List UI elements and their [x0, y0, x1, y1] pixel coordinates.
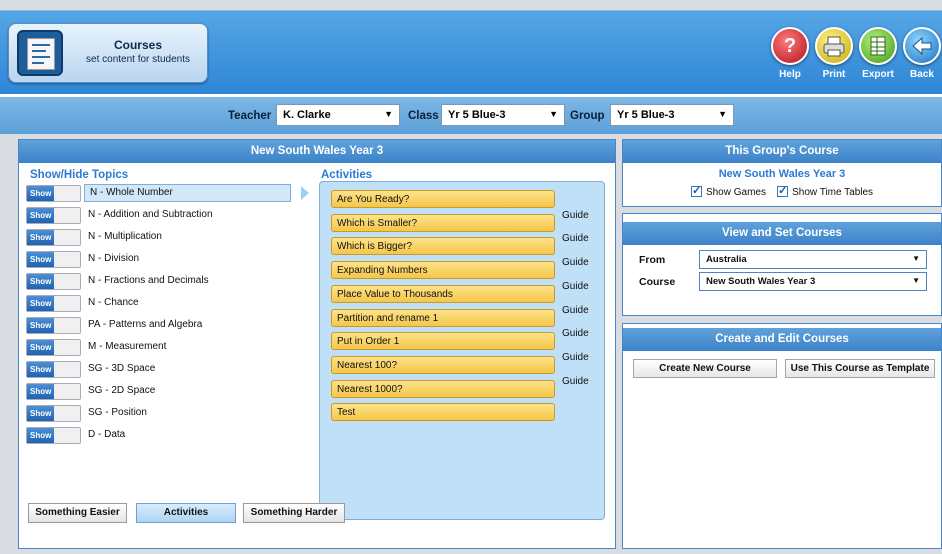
guide-link[interactable]: Guide	[562, 233, 589, 244]
help-button[interactable]: ? Help	[770, 27, 810, 80]
view-set-courses-panel: View and Set Courses From Australia ▼ Cou…	[622, 213, 942, 316]
topic-label[interactable]: PA - Patterns and Algebra	[88, 319, 202, 330]
from-select[interactable]: Australia ▼	[699, 250, 927, 269]
activity-item[interactable]: Put in Order 1	[331, 332, 555, 351]
create-edit-title: Create and Edit Courses	[623, 328, 941, 351]
dropdown-arrow-icon: ▼	[549, 109, 558, 119]
use-as-template-button[interactable]: Use This Course as Template	[785, 359, 935, 378]
show-toggle[interactable]: Show	[26, 185, 81, 202]
topic-label[interactable]: N - Chance	[88, 297, 139, 308]
topic-label[interactable]: SG - 3D Space	[88, 363, 155, 374]
show-toggle[interactable]: Show	[26, 427, 81, 444]
show-toggle[interactable]: Show	[26, 295, 81, 312]
show-toggle[interactable]: Show	[26, 361, 81, 378]
show-toggle[interactable]: Show	[26, 273, 81, 290]
checkbox-checked-icon	[690, 184, 702, 197]
topic-label[interactable]: N - Fractions and Decimals	[88, 275, 209, 286]
topic-label[interactable]: SG - 2D Space	[88, 385, 155, 396]
activity-item[interactable]: Are You Ready?	[331, 190, 555, 208]
topic-label[interactable]: M - Measurement	[88, 341, 166, 352]
course-select[interactable]: New South Wales Year 3 ▼	[699, 272, 927, 291]
class-label: Class	[408, 110, 439, 122]
show-toggle[interactable]: Show	[26, 229, 81, 246]
export-button[interactable]: Export	[858, 27, 898, 80]
show-time-tables-checkbox[interactable]: Show Time Tables	[777, 184, 873, 198]
dropdown-arrow-icon: ▼	[912, 276, 920, 285]
something-harder-button[interactable]: Something Harder	[243, 503, 345, 523]
courses-card: Courses set content for students	[8, 23, 208, 83]
topic-label[interactable]: N - Multiplication	[88, 231, 162, 242]
selection-arrow-icon	[301, 186, 309, 200]
group-select[interactable]: Yr 5 Blue-3 ▼	[610, 104, 734, 126]
printer-icon	[815, 27, 853, 65]
group-label: Group	[570, 110, 605, 122]
something-easier-button[interactable]: Something Easier	[28, 503, 127, 523]
question-icon: ?	[771, 27, 809, 65]
teacher-label: Teacher	[228, 110, 272, 122]
group-course-title: This Group's Course	[623, 140, 941, 163]
app-header: Courses set content for students ? Help …	[0, 10, 942, 94]
document-list-icon	[17, 30, 63, 76]
guide-link[interactable]: Guide	[562, 352, 589, 363]
activity-item[interactable]: Test	[331, 403, 555, 422]
dropdown-arrow-icon: ▼	[912, 254, 920, 263]
topic-label[interactable]: N - Division	[88, 253, 139, 264]
checkbox-checked-icon	[777, 184, 789, 197]
dropdown-arrow-icon: ▼	[384, 109, 393, 119]
from-label: From	[639, 254, 666, 266]
teacher-select[interactable]: K. Clarke ▼	[276, 104, 400, 126]
group-course-name: New South Wales Year 3	[718, 168, 846, 180]
course-label: Course	[639, 276, 676, 288]
show-toggle[interactable]: Show	[26, 317, 81, 334]
show-games-checkbox[interactable]: Show Games	[690, 184, 766, 198]
activity-item[interactable]: Which is Smaller?	[331, 213, 555, 232]
activity-item[interactable]: Nearest 100?	[331, 355, 555, 374]
class-select[interactable]: Yr 5 Blue-3 ▼	[441, 104, 565, 126]
print-button[interactable]: Print	[814, 27, 854, 80]
show-toggle[interactable]: Show	[26, 383, 81, 400]
activities-header: Activities	[321, 169, 373, 181]
show-toggle[interactable]: Show	[26, 405, 81, 422]
guide-link[interactable]: Guide	[562, 376, 589, 387]
course-content-panel: New South Wales Year 3 Show/Hide Topics …	[18, 139, 616, 549]
activity-item[interactable]: Nearest 1000?	[331, 379, 555, 398]
guide-link[interactable]: Guide	[562, 281, 589, 292]
filter-bar: Teacher K. Clarke ▼ Class Yr 5 Blue-3 ▼ Gr…	[0, 94, 942, 134]
topic-label[interactable]: N - Addition and Subtraction	[88, 209, 213, 220]
topic-label[interactable]: N - Whole Number	[84, 184, 291, 202]
view-set-title: View and Set Courses	[623, 222, 941, 245]
topic-label[interactable]: D - Data	[88, 429, 125, 440]
guide-link[interactable]: Guide	[562, 257, 589, 268]
activity-item[interactable]: Partition and rename 1	[331, 308, 555, 327]
activity-item[interactable]: Expanding Numbers	[331, 261, 555, 280]
page-title: Courses	[113, 38, 163, 52]
show-hide-header: Show/Hide Topics	[30, 169, 129, 181]
activity-item[interactable]: Place Value to Thousands	[331, 284, 555, 303]
activity-list	[319, 181, 605, 520]
group-course-panel: This Group's Course New South Wales Year…	[622, 139, 942, 207]
guide-link[interactable]: Guide	[562, 328, 589, 339]
show-toggle[interactable]: Show	[26, 251, 81, 268]
guide-link[interactable]: Guide	[562, 210, 589, 221]
course-title: New South Wales Year 3	[19, 140, 615, 163]
create-new-course-button[interactable]: Create New Course	[633, 359, 777, 378]
back-button[interactable]: Back	[902, 27, 942, 80]
activity-item[interactable]: Which is Bigger?	[331, 237, 555, 256]
guide-link[interactable]: Guide	[562, 305, 589, 316]
show-toggle[interactable]: Show	[26, 207, 81, 224]
show-toggle[interactable]: Show	[26, 339, 81, 356]
page-subtitle: set content for students	[86, 54, 190, 65]
topic-label[interactable]: SG - Position	[88, 407, 147, 418]
spreadsheet-icon	[859, 27, 897, 65]
dropdown-arrow-icon: ▼	[718, 109, 727, 119]
back-arrow-icon	[903, 27, 941, 65]
create-edit-courses-panel: Create and Edit Courses Create New Cours…	[622, 323, 942, 549]
activities-button[interactable]: Activities	[136, 503, 236, 523]
